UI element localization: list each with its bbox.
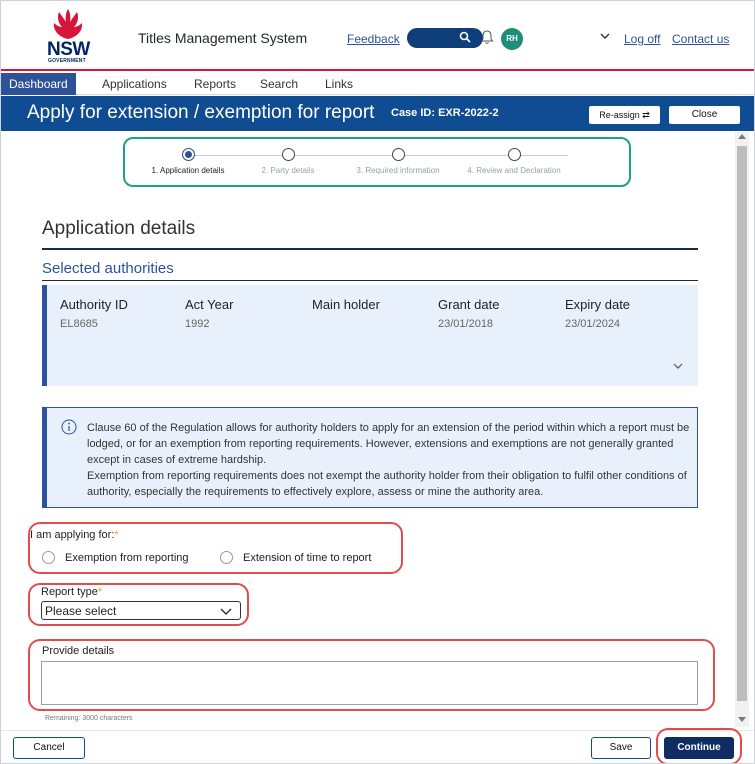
cancel-button[interactable]: Cancel <box>13 737 85 759</box>
step-required-information[interactable]: 3. Required information <box>343 148 453 175</box>
extension-radio[interactable] <box>220 551 233 564</box>
close-button[interactable]: Close <box>668 105 741 125</box>
authority-id-column: Authority ID EL8685 <box>60 297 128 330</box>
step-application-details[interactable]: 1. Application details <box>133 148 243 175</box>
column-header: Main holder <box>312 297 380 312</box>
search-button[interactable] <box>407 28 483 48</box>
scroll-up-arrow[interactable] <box>738 134 746 139</box>
grant-date-value: 23/01/2018 <box>438 318 494 330</box>
step-indicator <box>391 148 405 161</box>
column-header: Expiry date <box>565 297 631 312</box>
nav-item-applications[interactable]: Applications <box>102 73 167 95</box>
app-header: NSW GOVERNMENT Titles Management System … <box>1 1 754 71</box>
info-paragraph-1: Clause 60 of the Regulation allows for a… <box>87 422 690 466</box>
report-type-value: Please select <box>45 604 117 618</box>
case-id: Case ID: EXR-2022-2 <box>391 107 499 119</box>
expiry-date-column: Expiry date 23/01/2024 <box>565 297 630 330</box>
main-holder-column: Main holder <box>312 297 380 318</box>
nav-item-search[interactable]: Search <box>260 73 298 95</box>
nav-item-dashboard[interactable]: Dashboard <box>1 73 76 95</box>
subsection-title: Selected authorities <box>42 260 174 277</box>
step-label: 4. Review and Declaration <box>467 166 561 175</box>
expand-chevron-icon[interactable] <box>672 361 684 371</box>
remaining-characters: Remaining: 3000 characters <box>45 715 133 722</box>
act-year-column: Act Year 1992 <box>185 297 233 330</box>
report-type-label-text: Report type <box>41 586 98 598</box>
subsection-divider <box>42 280 698 281</box>
nav-item-links[interactable]: Links <box>325 73 353 95</box>
info-text: Clause 60 of the Regulation allows for a… <box>87 420 697 500</box>
search-icon <box>459 31 471 43</box>
chevron-down-icon <box>220 608 232 615</box>
scroll-down-arrow[interactable] <box>738 717 746 722</box>
feedback-link[interactable]: Feedback <box>347 32 400 46</box>
expiry-date-value: 23/01/2024 <box>565 318 621 330</box>
details-textarea[interactable] <box>41 661 698 705</box>
info-callout: Clause 60 of the Regulation allows for a… <box>42 407 698 508</box>
bell-icon[interactable] <box>480 29 494 45</box>
info-paragraph-2: Exemption from reporting requirements do… <box>87 470 687 498</box>
nsw-government-logo[interactable]: NSW GOVERNMENT <box>45 9 95 65</box>
exemption-radio-label[interactable]: Exemption from reporting <box>65 552 189 564</box>
step-label: 3. Required information <box>356 166 440 175</box>
logo-subtext: GOVERNMENT <box>48 58 86 64</box>
step-label: 1. Application details <box>151 166 225 175</box>
grant-date-column: Grant date 23/01/2018 <box>438 297 499 330</box>
step-party-details[interactable]: 2. Party details <box>233 148 343 175</box>
scroll-thumb[interactable] <box>737 146 747 701</box>
page-title: Apply for extension / exemption for repo… <box>27 102 375 123</box>
step-label: 2. Party details <box>261 166 315 175</box>
column-header: Grant date <box>438 297 500 312</box>
authority-id-value: EL8685 <box>60 318 98 330</box>
exemption-radio[interactable] <box>42 551 55 564</box>
contact-us-link[interactable]: Contact us <box>672 32 729 46</box>
required-marker: * <box>97 586 103 598</box>
required-marker: * <box>114 529 119 541</box>
info-icon <box>61 419 77 435</box>
waratah-icon <box>53 9 83 39</box>
act-year-value: 1992 <box>185 318 210 330</box>
section-title: Application details <box>42 218 196 239</box>
applying-for-label: I am applying for:* <box>30 529 119 541</box>
chevron-down-icon[interactable] <box>599 31 611 41</box>
app-title: Titles Management System <box>138 30 308 46</box>
column-header: Authority ID <box>60 297 128 312</box>
save-button[interactable]: Save <box>591 737 651 759</box>
section-divider <box>42 248 698 250</box>
column-header: Act Year <box>185 297 234 312</box>
logoff-link[interactable]: Log off <box>624 32 660 46</box>
applying-for-label-text: I am applying for: <box>30 529 115 541</box>
report-type-label: Report type* <box>41 586 102 598</box>
details-label: Provide details <box>42 645 115 657</box>
reassign-button[interactable]: Re-assign ⇄ <box>588 105 661 125</box>
authority-card[interactable]: Authority ID EL8685 Act Year 1992 Main h… <box>42 285 698 386</box>
user-avatar[interactable]: RH <box>501 28 523 50</box>
step-review-declaration[interactable]: 4. Review and Declaration <box>459 148 569 175</box>
extension-radio-label[interactable]: Extension of time to report <box>243 552 371 564</box>
app-window: NSW GOVERNMENT Titles Management System … <box>0 0 755 764</box>
step-indicator-active <box>181 148 195 161</box>
step-indicator <box>507 148 521 161</box>
step-indicator <box>281 148 295 161</box>
progress-stepper: 1. Application details 2. Party details … <box>123 137 631 187</box>
vertical-scrollbar[interactable] <box>735 132 749 727</box>
continue-button[interactable]: Continue <box>664 737 734 759</box>
nav-item-reports[interactable]: Reports <box>194 73 236 95</box>
main-nav: Dashboard Applications Reports Search Li… <box>1 73 754 95</box>
report-type-select[interactable]: Please select <box>41 601 241 620</box>
